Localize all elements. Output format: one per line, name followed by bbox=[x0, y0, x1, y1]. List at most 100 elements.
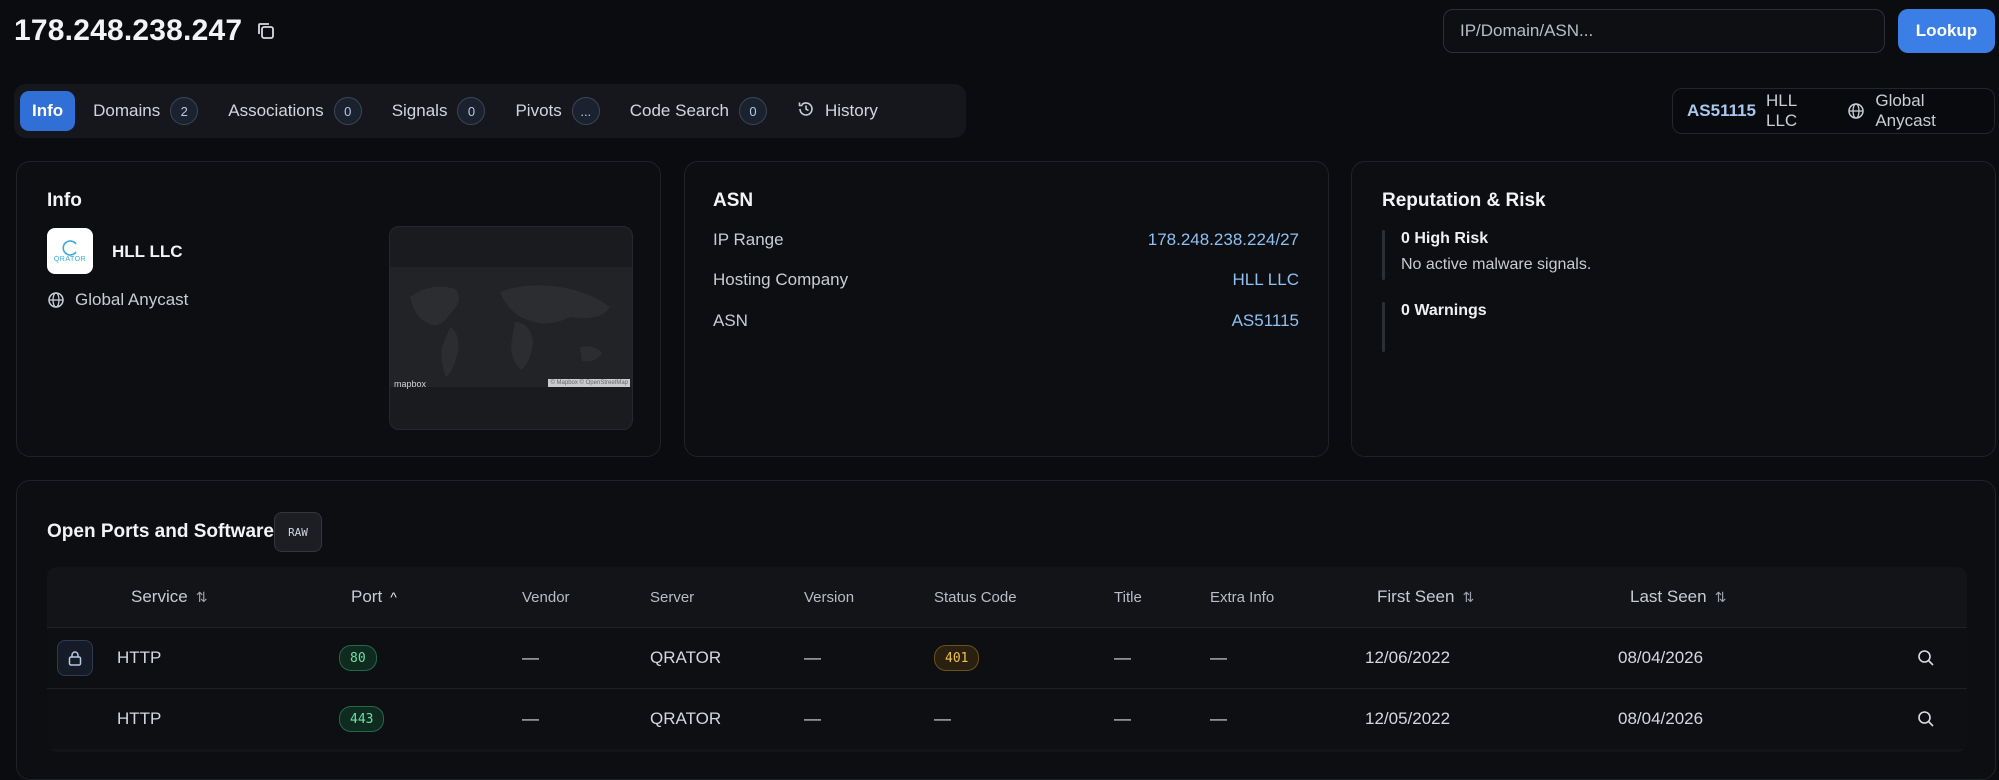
vendor-cell: — bbox=[522, 709, 539, 728]
high-risk-count: 0 High Risk bbox=[1401, 230, 1489, 247]
title-cell: — bbox=[1114, 709, 1131, 728]
raw-button[interactable]: RAW bbox=[274, 512, 322, 552]
column-header-vendor: Vendor bbox=[522, 588, 570, 606]
network-label-row: Global Anycast bbox=[47, 290, 188, 310]
column-label: Port bbox=[351, 587, 383, 606]
tab-label: Signals bbox=[391, 101, 448, 120]
title-cell: — bbox=[1114, 648, 1131, 667]
column-header-title: Title bbox=[1114, 588, 1142, 606]
asn-network: Global Anycast bbox=[1875, 91, 1936, 130]
warnings-item: 0 Warnings bbox=[1382, 302, 1487, 352]
column-label: Service bbox=[131, 587, 188, 606]
status-code-cell: 401 bbox=[934, 628, 980, 688]
port-badge: 443 bbox=[339, 706, 385, 732]
column-header-last-seen[interactable]: Last Seen ⇅ bbox=[1630, 567, 1726, 627]
network-label: Global Anycast bbox=[75, 290, 189, 309]
asn-row-hosting: Hosting Company HLL LLC bbox=[713, 270, 1299, 290]
lock-button[interactable] bbox=[57, 628, 93, 688]
count-badge: 2 bbox=[170, 97, 199, 125]
org-logo-mark bbox=[62, 239, 77, 256]
map-tile bbox=[390, 267, 632, 387]
high-risk-description: No active malware signals. bbox=[1401, 256, 1592, 273]
tab-domains[interactable]: Domains 2 bbox=[81, 91, 210, 131]
last-seen-cell: 08/04/2026 bbox=[1618, 648, 1704, 667]
card-title: Info bbox=[47, 190, 82, 211]
table-row[interactable]: HTTP 443 — QRATOR — — — — 12/05/2022 08/… bbox=[47, 688, 1967, 749]
search-icon[interactable] bbox=[1917, 689, 1935, 749]
port-cell[interactable]: 443 bbox=[339, 689, 385, 749]
raw-label: RAW bbox=[288, 525, 308, 539]
port-cell[interactable]: 80 bbox=[339, 628, 377, 688]
version-cell: — bbox=[804, 709, 821, 728]
column-header-first-seen[interactable]: First Seen ⇅ bbox=[1377, 567, 1474, 627]
extra-info-cell: — bbox=[1210, 648, 1227, 667]
sort-icon: ⇅ bbox=[1714, 588, 1727, 605]
asn-number: AS51115 bbox=[1687, 101, 1757, 120]
column-header-version: Version bbox=[804, 588, 855, 606]
vendor-cell: — bbox=[522, 648, 539, 667]
tab-history[interactable]: History bbox=[785, 91, 890, 131]
org-logo: QRATOR bbox=[47, 228, 93, 274]
last-seen-cell: 08/04/2026 bbox=[1618, 709, 1704, 728]
tab-info[interactable]: Info bbox=[20, 91, 76, 131]
asn-row-key: ASN bbox=[713, 311, 748, 330]
lookup-button[interactable]: Lookup bbox=[1898, 9, 1995, 53]
server-cell: QRATOR bbox=[650, 709, 722, 728]
asn-summary-chip[interactable]: AS51115 HLL LLC Global Anycast bbox=[1672, 88, 1995, 134]
sort-icon: ⇅ bbox=[195, 588, 208, 605]
globe-icon bbox=[47, 291, 65, 309]
org-logo-text: QRATOR bbox=[53, 255, 87, 263]
asn-link[interactable]: AS51115 bbox=[1232, 311, 1299, 331]
map-attribution[interactable]: © Mapbox © OpenStreetMap bbox=[548, 379, 630, 387]
status-code-cell: — bbox=[934, 709, 951, 728]
server-cell: QRATOR bbox=[650, 648, 722, 667]
reputation-risk-card: Reputation & Risk 0 High Risk No active … bbox=[1351, 161, 1996, 457]
history-icon bbox=[797, 100, 815, 123]
table-row[interactable]: HTTP 80 — QRATOR — 401 — — 12/06/2022 08… bbox=[47, 627, 1967, 688]
column-header-extra-info: Extra Info bbox=[1210, 588, 1275, 606]
location-map[interactable]: mapbox © Mapbox © OpenStreetMap bbox=[389, 226, 633, 430]
mapbox-logo: mapbox bbox=[394, 379, 427, 389]
column-header-port[interactable]: Port ^ bbox=[351, 567, 397, 627]
port-badge: 80 bbox=[339, 645, 377, 671]
search-icon[interactable] bbox=[1917, 628, 1935, 688]
card-title: Open Ports and Software bbox=[47, 521, 274, 542]
sort-ascending-icon: ^ bbox=[390, 589, 397, 605]
tab-label: Associations bbox=[228, 101, 324, 120]
high-risk-item: 0 High Risk No active malware signals. bbox=[1382, 230, 1591, 280]
tab-pivots[interactable]: Pivots ... bbox=[503, 91, 611, 131]
column-header-status-code: Status Code bbox=[934, 588, 1017, 606]
asn-row-key: IP Range bbox=[713, 230, 784, 249]
tab-signals[interactable]: Signals 0 bbox=[380, 91, 498, 131]
risk-indicator-bar bbox=[1382, 302, 1385, 352]
search-input[interactable] bbox=[1443, 9, 1885, 53]
tab-bar: Info Domains 2 Associations 0 Signals 0 … bbox=[14, 84, 966, 138]
extra-info-cell: — bbox=[1210, 709, 1227, 728]
column-label: First Seen bbox=[1377, 587, 1455, 606]
ports-table: Service ⇅ Port ^ Vendor Server Version Sta… bbox=[47, 567, 1967, 752]
column-header-service[interactable]: Service ⇅ bbox=[131, 567, 207, 627]
info-card: Info QRATOR HLL LLC Global Anycast mapbo… bbox=[16, 161, 661, 457]
first-seen-cell: 12/05/2022 bbox=[1365, 709, 1451, 728]
copy-icon[interactable] bbox=[255, 20, 277, 42]
tab-associations[interactable]: Associations 0 bbox=[216, 91, 373, 131]
service-cell: HTTP bbox=[117, 709, 162, 728]
warnings-count: 0 Warnings bbox=[1401, 302, 1487, 319]
count-badge: ... bbox=[571, 97, 600, 125]
asn-row-asn: ASN AS51115 bbox=[713, 311, 1299, 331]
hosting-company-link[interactable]: HLL LLC bbox=[1233, 270, 1299, 290]
asn-row-ip-range: IP Range 178.248.238.224/27 bbox=[713, 230, 1299, 250]
tab-label: Code Search bbox=[629, 101, 729, 120]
asn-row-key: Hosting Company bbox=[713, 270, 849, 289]
asn-org: HLL LLC bbox=[1766, 91, 1798, 130]
ip-address-title: 178.248.238.247 bbox=[14, 14, 243, 47]
lock-icon bbox=[57, 640, 93, 676]
tab-label: Pivots bbox=[515, 101, 562, 120]
count-badge: 0 bbox=[457, 97, 486, 125]
column-label: Last Seen bbox=[1630, 587, 1707, 606]
tab-label: History bbox=[824, 101, 878, 120]
ip-range-link[interactable]: 178.248.238.224/27 bbox=[1148, 230, 1299, 250]
card-title: Reputation & Risk bbox=[1382, 190, 1546, 211]
org-name: HLL LLC bbox=[112, 242, 183, 261]
tab-code-search[interactable]: Code Search 0 bbox=[618, 91, 779, 131]
